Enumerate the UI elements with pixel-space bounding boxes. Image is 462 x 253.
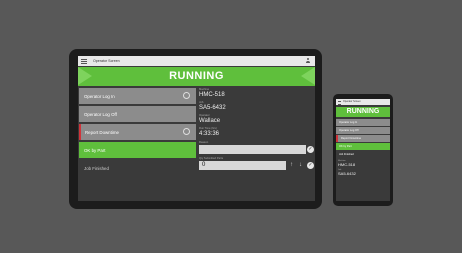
field-value: Wallace (199, 117, 221, 124)
check-circle-icon[interactable]: ✓ (307, 146, 314, 153)
field-label: Qty Submitted Parts (199, 157, 224, 160)
phone-machine-field: Machine HMC-518 (338, 160, 355, 167)
reason-input[interactable] (199, 145, 306, 154)
field-value: SA5-6432 (199, 104, 226, 111)
button-label: Job Finished (84, 165, 109, 171)
operator-field: Operator Wallace (199, 114, 315, 124)
button-label: Operator Log In (84, 93, 115, 99)
status-banner: RUNNING (78, 67, 315, 86)
tablet-screen: Operator Screen RUNNING Operator Log In … (78, 56, 315, 201)
field-label: Reason (199, 141, 209, 144)
phone-screen: Operator Screen RUNNING Operator Log In … (336, 99, 390, 201)
user-icon[interactable] (306, 58, 310, 63)
arrow-up-icon[interactable]: ↑ (290, 162, 293, 168)
reason-field: Reason (199, 141, 315, 144)
hamburger-menu-icon[interactable] (81, 58, 87, 64)
phone-job-field: Job SA5-6432 (338, 169, 356, 176)
button-label: Report Downtime (85, 129, 119, 135)
phone-job-finished-button[interactable]: Job Finished (336, 151, 390, 158)
circle-icon (183, 92, 190, 99)
phone-app-title: Operator Screen (343, 100, 361, 103)
field-value: SA5-6432 (338, 171, 356, 176)
qty-value: 0 (202, 162, 206, 168)
field-value: HMC-518 (338, 162, 356, 167)
field-value: HMC-518 (199, 91, 225, 98)
job-finished-button[interactable]: Job Finished (79, 160, 196, 176)
phone-status-banner: RUNNING (336, 107, 390, 117)
app-header: Operator Screen (78, 56, 315, 66)
phone-report-downtime-button[interactable]: Report Downtime (336, 135, 390, 142)
status-text: RUNNING (169, 70, 224, 82)
circle-icon (183, 128, 190, 135)
ok-by-part-button[interactable]: OK by Part (79, 142, 196, 158)
hamburger-menu-icon[interactable] (338, 101, 341, 105)
report-downtime-button[interactable]: Report Downtime (79, 124, 196, 140)
app-title: Operator Screen (93, 59, 120, 63)
check-circle-icon[interactable]: ✓ (307, 162, 314, 169)
operator-log-off-button[interactable]: Operator Log Off (79, 106, 196, 122)
button-label: OK by Part (84, 147, 106, 153)
phone-operator-log-in-button[interactable]: Operator Log In (336, 119, 390, 126)
machine-field: Machine HMC-518 (199, 88, 315, 98)
phone-ok-by-part-button[interactable]: OK by Part (336, 143, 390, 150)
qty-field: Qty Submitted Parts (199, 157, 315, 160)
job-field: Job SA5-6432 (199, 101, 315, 111)
phone-operator-log-off-button[interactable]: Operator Log Off (336, 127, 390, 134)
field-value: 4:33:36 (199, 130, 220, 137)
run-time-field: Run Time (hrs) 4:33:36 (199, 127, 315, 137)
qty-input[interactable]: 0 (199, 161, 286, 170)
operator-log-in-button[interactable]: Operator Log In (79, 88, 196, 104)
phone-header: Operator Screen (336, 99, 390, 105)
button-label: Operator Log Off (84, 111, 117, 117)
arrow-down-icon[interactable]: ↓ (299, 162, 302, 168)
